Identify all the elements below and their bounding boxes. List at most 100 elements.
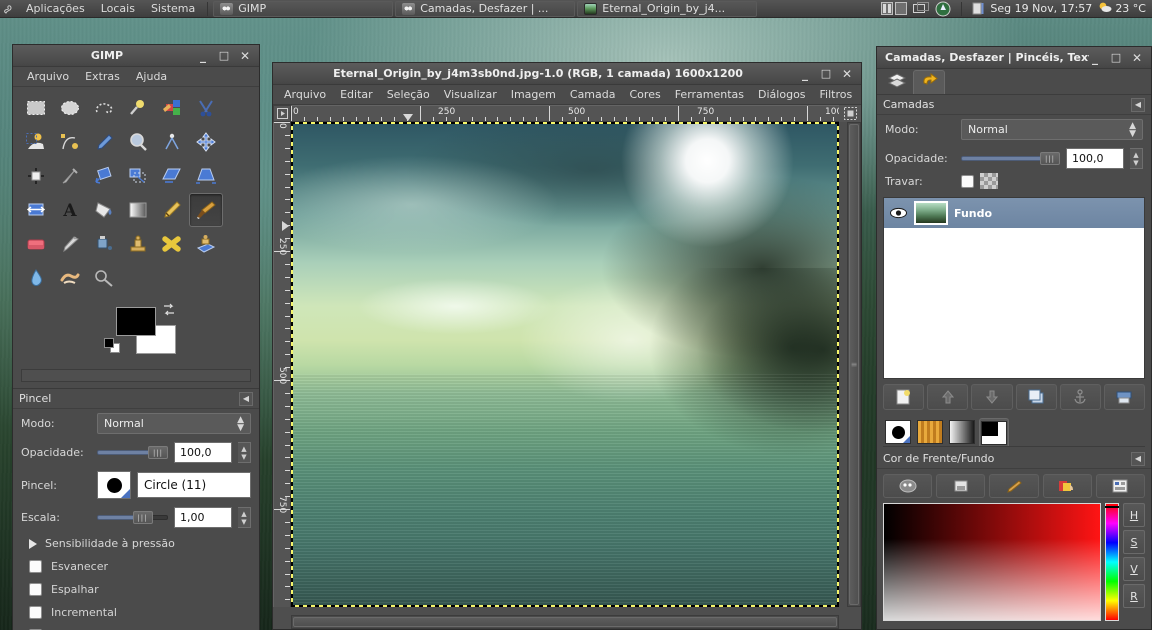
table-row[interactable]: Fundo <box>884 198 1144 228</box>
vertical-ruler[interactable]: 0 250 500 750 <box>273 122 291 607</box>
scale-stepper[interactable]: ▲ ▼ <box>238 507 251 528</box>
brush-name-value[interactable]: Circle (11) <box>137 472 251 498</box>
menu-arquivo[interactable]: Arquivo <box>277 86 333 103</box>
taskbar-item-gimp[interactable]: GIMP <box>213 0 394 17</box>
checkbox-usar-cores-degrade[interactable]: Usar cores do degradê <box>13 624 259 630</box>
maximize-button[interactable]: □ <box>218 50 230 61</box>
free-select-tool[interactable] <box>87 91 121 125</box>
weather-indicator[interactable]: 23 °C <box>1098 1 1146 16</box>
watercolor-tab[interactable] <box>936 474 986 498</box>
quick-mask-toggle[interactable] <box>839 105 861 122</box>
ink-tool[interactable] <box>87 227 121 261</box>
minimize-button[interactable]: _ <box>799 68 811 80</box>
palette-tab-2[interactable] <box>1042 474 1092 498</box>
gimp-color-tab[interactable] <box>883 474 933 498</box>
tab-layers[interactable] <box>881 70 913 94</box>
toolbox-menu-extras[interactable]: Extras <box>77 68 128 85</box>
ruler-origin-button[interactable] <box>273 105 291 122</box>
menu-selecao[interactable]: Seleção <box>380 86 437 103</box>
scales-tab[interactable] <box>1095 474 1146 498</box>
opacity-slider[interactable]: ||| <box>97 446 168 460</box>
eraser-tool[interactable] <box>19 227 53 261</box>
checkbox-esvanecer[interactable]: Esvanecer <box>13 555 259 578</box>
bucket-fill-tool[interactable] <box>87 193 121 227</box>
triangle-tab[interactable] <box>989 474 1039 498</box>
menu-sistema[interactable]: Sistema <box>143 0 203 18</box>
close-button[interactable]: ✕ <box>1131 52 1143 64</box>
checkbox-incremental[interactable]: Incremental <box>13 601 259 624</box>
perspective-tool[interactable] <box>189 159 223 193</box>
toolbox-menu-ajuda[interactable]: Ajuda <box>128 68 175 85</box>
canvas-horizontal-scrollbar[interactable] <box>291 615 839 629</box>
image-window-titlebar[interactable]: Eternal_Origin_by_j4m3sb0nd.jpg-1.0 (RGB… <box>273 63 861 85</box>
pencil-tool[interactable] <box>155 193 189 227</box>
maximize-button[interactable]: □ <box>820 68 832 79</box>
eye-icon[interactable] <box>888 203 908 223</box>
channel-button-h[interactable]: H <box>1123 503 1145 527</box>
taskbar-item-dock[interactable]: Camadas, Desfazer | ... <box>395 0 576 17</box>
menu-cores[interactable]: Cores <box>623 86 668 103</box>
hue-slider[interactable] <box>1105 503 1119 621</box>
zoom-tool[interactable] <box>121 125 155 159</box>
channel-button-v[interactable]: V <box>1123 557 1145 581</box>
layer-opacity-input[interactable]: 100,0 <box>1066 148 1124 169</box>
close-button[interactable]: ✕ <box>239 50 251 62</box>
by-color-select-tool[interactable] <box>155 91 189 125</box>
flip-tool[interactable] <box>19 193 53 227</box>
printer-icon[interactable] <box>972 2 984 15</box>
mode-select[interactable]: Normal ▲ ▼ <box>97 413 251 434</box>
scale-slider[interactable]: ||| <box>97 511 168 525</box>
delete-layer-button[interactable] <box>1103 384 1146 410</box>
menu-ferramentas[interactable]: Ferramentas <box>668 86 751 103</box>
fuzzy-select-tool[interactable] <box>121 91 155 125</box>
toolbox-titlebar[interactable]: GIMP _ □ ✕ <box>13 45 259 67</box>
channel-button-s[interactable]: S <box>1123 530 1145 554</box>
dodge-burn-tool[interactable] <box>87 261 121 295</box>
clone-tool[interactable] <box>121 227 155 261</box>
scale-input[interactable]: 1,00 <box>174 507 232 528</box>
menu-camada[interactable]: Camada <box>563 86 623 103</box>
brush-preview[interactable] <box>97 471 131 499</box>
blur-tool[interactable] <box>19 261 53 295</box>
opacity-stepper[interactable]: ▲ ▼ <box>238 442 251 463</box>
tab-gradients[interactable] <box>947 418 977 446</box>
move-tool[interactable] <box>189 125 223 159</box>
minimize-button[interactable]: _ <box>1089 52 1101 64</box>
tab-brushes[interactable] <box>883 418 913 446</box>
scrollbar-thumb[interactable] <box>293 617 837 627</box>
maximize-button[interactable]: □ <box>1110 52 1122 63</box>
tab-palette[interactable] <box>979 418 1009 446</box>
checkbox-icon[interactable] <box>29 583 42 596</box>
menu-aplicacoes[interactable]: Aplicações <box>18 0 93 18</box>
shear-tool[interactable] <box>155 159 189 193</box>
layers-menu-button[interactable]: ◀ <box>1131 97 1145 112</box>
show-desktop-icon[interactable] <box>913 2 930 15</box>
scrollbar-thumb[interactable]: ≡ <box>849 124 859 605</box>
saturation-value-square[interactable] <box>883 503 1101 621</box>
scale-tool[interactable] <box>121 159 155 193</box>
reset-colors-icon[interactable] <box>104 338 121 354</box>
layer-mode-select[interactable]: Normal ▲ ▼ <box>961 119 1143 140</box>
canvas-vertical-scrollbar[interactable]: ≡ <box>847 122 861 607</box>
foreground-select-tool[interactable] <box>19 125 53 159</box>
crop-tool[interactable] <box>53 159 87 193</box>
layer-opacity-stepper[interactable]: ▲ ▼ <box>1130 148 1143 169</box>
lower-layer-button[interactable] <box>971 384 1013 410</box>
checkbox-icon[interactable] <box>29 560 42 573</box>
updates-icon[interactable] <box>935 1 951 17</box>
close-button[interactable]: ✕ <box>841 68 853 80</box>
channel-button-r[interactable]: R <box>1123 584 1145 608</box>
paintbrush-tool[interactable] <box>189 193 223 227</box>
smudge-tool[interactable] <box>53 261 87 295</box>
perspective-clone-tool[interactable] <box>189 227 223 261</box>
tab-undo-history[interactable] <box>913 70 945 94</box>
checkbox-espalhar[interactable]: Espalhar <box>13 578 259 601</box>
align-tool[interactable] <box>19 159 53 193</box>
anchor-layer-button[interactable] <box>1059 384 1101 410</box>
ellipse-select-tool[interactable] <box>53 91 87 125</box>
checkbox-icon[interactable] <box>29 606 42 619</box>
menu-dialogos[interactable]: Diálogos <box>751 86 813 103</box>
minimize-button[interactable]: _ <box>197 50 209 62</box>
clock[interactable]: Seg 19 Nov, 17:57 <box>990 2 1092 15</box>
workspace-switcher-icon[interactable] <box>881 2 908 15</box>
